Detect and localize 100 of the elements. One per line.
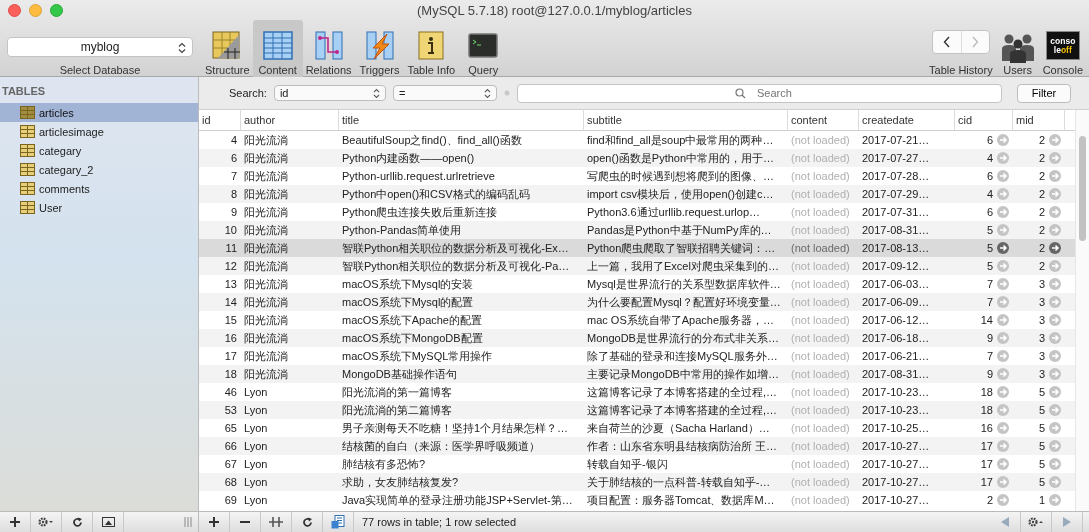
gear-icon <box>1028 517 1044 527</box>
sidebar-item[interactable]: comments <box>0 179 198 198</box>
table-cell-text: 上一篇，我用了Excel对爬虫采集到的… <box>586 259 780 274</box>
column-header[interactable]: author <box>241 110 339 130</box>
table-cell-text: 2017-07-27… <box>861 151 931 166</box>
table-cell-text: (not loaded) <box>790 151 851 166</box>
table-cell-text: (not loaded) <box>790 133 851 148</box>
table-cell-text: (not loaded) <box>790 187 851 202</box>
column-header[interactable]: cid <box>955 110 1013 130</box>
table-cell-text: (not loaded) <box>790 439 851 454</box>
table-cell-text: 阳光流淌的第二篇博客 <box>341 403 453 418</box>
table-cell-text: 2017-07-31… <box>861 205 931 220</box>
table-cell-text: 69 <box>223 493 238 508</box>
table-cell-text: 阳光流淌 <box>243 331 289 346</box>
table-cell-text: (not loaded) <box>790 349 851 364</box>
sidebar-item[interactable]: articlesimage <box>0 122 198 141</box>
table-cell-text: find和find_all是soup中最常用的两种… <box>586 133 775 148</box>
table-cell-text: 2017-07-29… <box>861 187 931 202</box>
table-cell-text: 17 <box>980 457 993 472</box>
triangle-left-icon <box>1001 517 1009 527</box>
table-cell-text: 2 <box>1038 223 1045 238</box>
toolbar-tab[interactable]: Structure <box>202 20 253 80</box>
zoom-button[interactable] <box>50 4 63 17</box>
column-header[interactable]: id <box>199 110 241 130</box>
table-cell-text: 2017-07-21… <box>861 133 931 148</box>
filter-button[interactable]: Filter <box>1017 83 1071 103</box>
table-cell-text: 2017-06-21… <box>861 349 931 364</box>
table-cell-text: 12 <box>223 259 238 274</box>
table-cell-text: (not loaded) <box>790 331 851 346</box>
table-cell-text: 3 <box>1038 277 1045 292</box>
table-cell-text: 作者：山东省东明县结核病防治所 王… <box>586 439 779 454</box>
table-cell-text: 结核菌的自白（来源：医学界呼吸频道） <box>341 439 541 454</box>
arrow-icon[interactable] <box>997 242 1009 254</box>
database-dropdown[interactable]: myblog <box>7 37 193 57</box>
table-cell-text: 7 <box>986 349 993 364</box>
table-cell-text: 5 <box>1038 439 1045 454</box>
toolbar-tab[interactable]: Table Info <box>404 20 459 80</box>
column-header[interactable]: createdate <box>859 110 955 130</box>
table-cell-text: (not loaded) <box>790 493 851 508</box>
arrow-icon[interactable] <box>1049 242 1061 254</box>
table-cell-text: 阳光流淌 <box>243 277 289 292</box>
table-cell-text: 3 <box>1038 349 1045 364</box>
table-cell-text: 4 <box>229 133 238 148</box>
table-cell-text: 2 <box>1038 133 1045 148</box>
scrollbar-thumb[interactable] <box>1079 136 1086 241</box>
table-cell-text: 3 <box>1038 313 1045 328</box>
table-cell-text: 项目配置：服务器Tomcat、数据库M… <box>586 493 776 508</box>
table-cell-text: (not loaded) <box>790 295 851 310</box>
table-cell-text: (not loaded) <box>790 475 851 490</box>
table-cell-text: 这篇博客记录了本博客搭建的全过程,… <box>586 403 779 418</box>
table-cell-text: 5 <box>1038 403 1045 418</box>
table-icon <box>20 125 35 138</box>
table-history-label: Table History <box>929 64 993 76</box>
toolbar-tab[interactable]: Content <box>252 20 303 80</box>
sidebar-item[interactable]: User <box>0 198 198 217</box>
table-cell-text: 2017-07-28… <box>861 169 931 184</box>
table-grid-icon <box>260 29 295 63</box>
table-cell-text: (not loaded) <box>790 241 851 256</box>
sidebar-item[interactable]: categary <box>0 141 198 160</box>
table-cell-text: (not loaded) <box>790 403 851 418</box>
operator-dropdown[interactable]: = <box>392 85 497 101</box>
column-header[interactable]: title <box>339 110 584 130</box>
table-cell-text: 8 <box>229 187 238 202</box>
toolbar-tab[interactable]: Triggers <box>354 20 405 80</box>
table-cell-text: 7 <box>986 295 993 310</box>
table-cell-text: 2017-06-18… <box>861 331 931 346</box>
table-cell-text: 这篇博客记录了本博客搭建的全过程,… <box>586 385 779 400</box>
column-header[interactable]: mid <box>1013 110 1065 130</box>
search-field[interactable]: Search <box>516 83 1002 103</box>
column-header[interactable]: content <box>788 110 859 130</box>
table-cell-text: Lyon <box>243 421 269 436</box>
field-dropdown[interactable]: id <box>273 85 386 101</box>
table-cell-text: 14 <box>980 313 993 328</box>
close-button[interactable] <box>8 4 21 17</box>
table-cell-text: (not loaded) <box>790 223 851 238</box>
table-cell-text: 2 <box>1038 169 1045 184</box>
table-cell-text: 16 <box>223 331 238 346</box>
sidebar-item[interactable]: articles <box>0 103 198 122</box>
table-cell-text: Java实现简单的登录注册功能JSP+Servlet-第… <box>341 493 574 508</box>
table-cell-text: (not loaded) <box>790 205 851 220</box>
table-cell-text: 2017-10-23… <box>861 403 931 418</box>
triangle-right-icon <box>1063 517 1071 527</box>
toolbar-tab[interactable]: Relations <box>302 20 355 80</box>
table-cell-text: 14 <box>223 295 238 310</box>
table-cell-text: 求助，女友肺结核复发? <box>341 475 460 490</box>
minimize-button[interactable] <box>29 4 42 17</box>
toolbar-tab[interactable]: Query <box>458 20 509 80</box>
table-cell-text: 15 <box>223 313 238 328</box>
table-cell-text: macOS系统下Mysql的安装 <box>341 277 475 292</box>
document-icon <box>331 515 345 529</box>
table-cell-text: 阳光流淌的第一篇博客 <box>341 385 453 400</box>
table-cell-text: 67 <box>223 457 238 472</box>
plus-icon <box>10 517 20 527</box>
sidebar-item[interactable]: categary_2 <box>0 160 198 179</box>
table-cell-text: 2017-06-09… <box>861 295 931 310</box>
users-button[interactable]: Users <box>1000 33 1035 76</box>
table-cell-text: (not loaded) <box>790 313 851 328</box>
database-label: Select Database <box>59 64 141 76</box>
table-cell-text: (not loaded) <box>790 385 851 400</box>
column-header[interactable]: subtitle <box>584 110 788 130</box>
